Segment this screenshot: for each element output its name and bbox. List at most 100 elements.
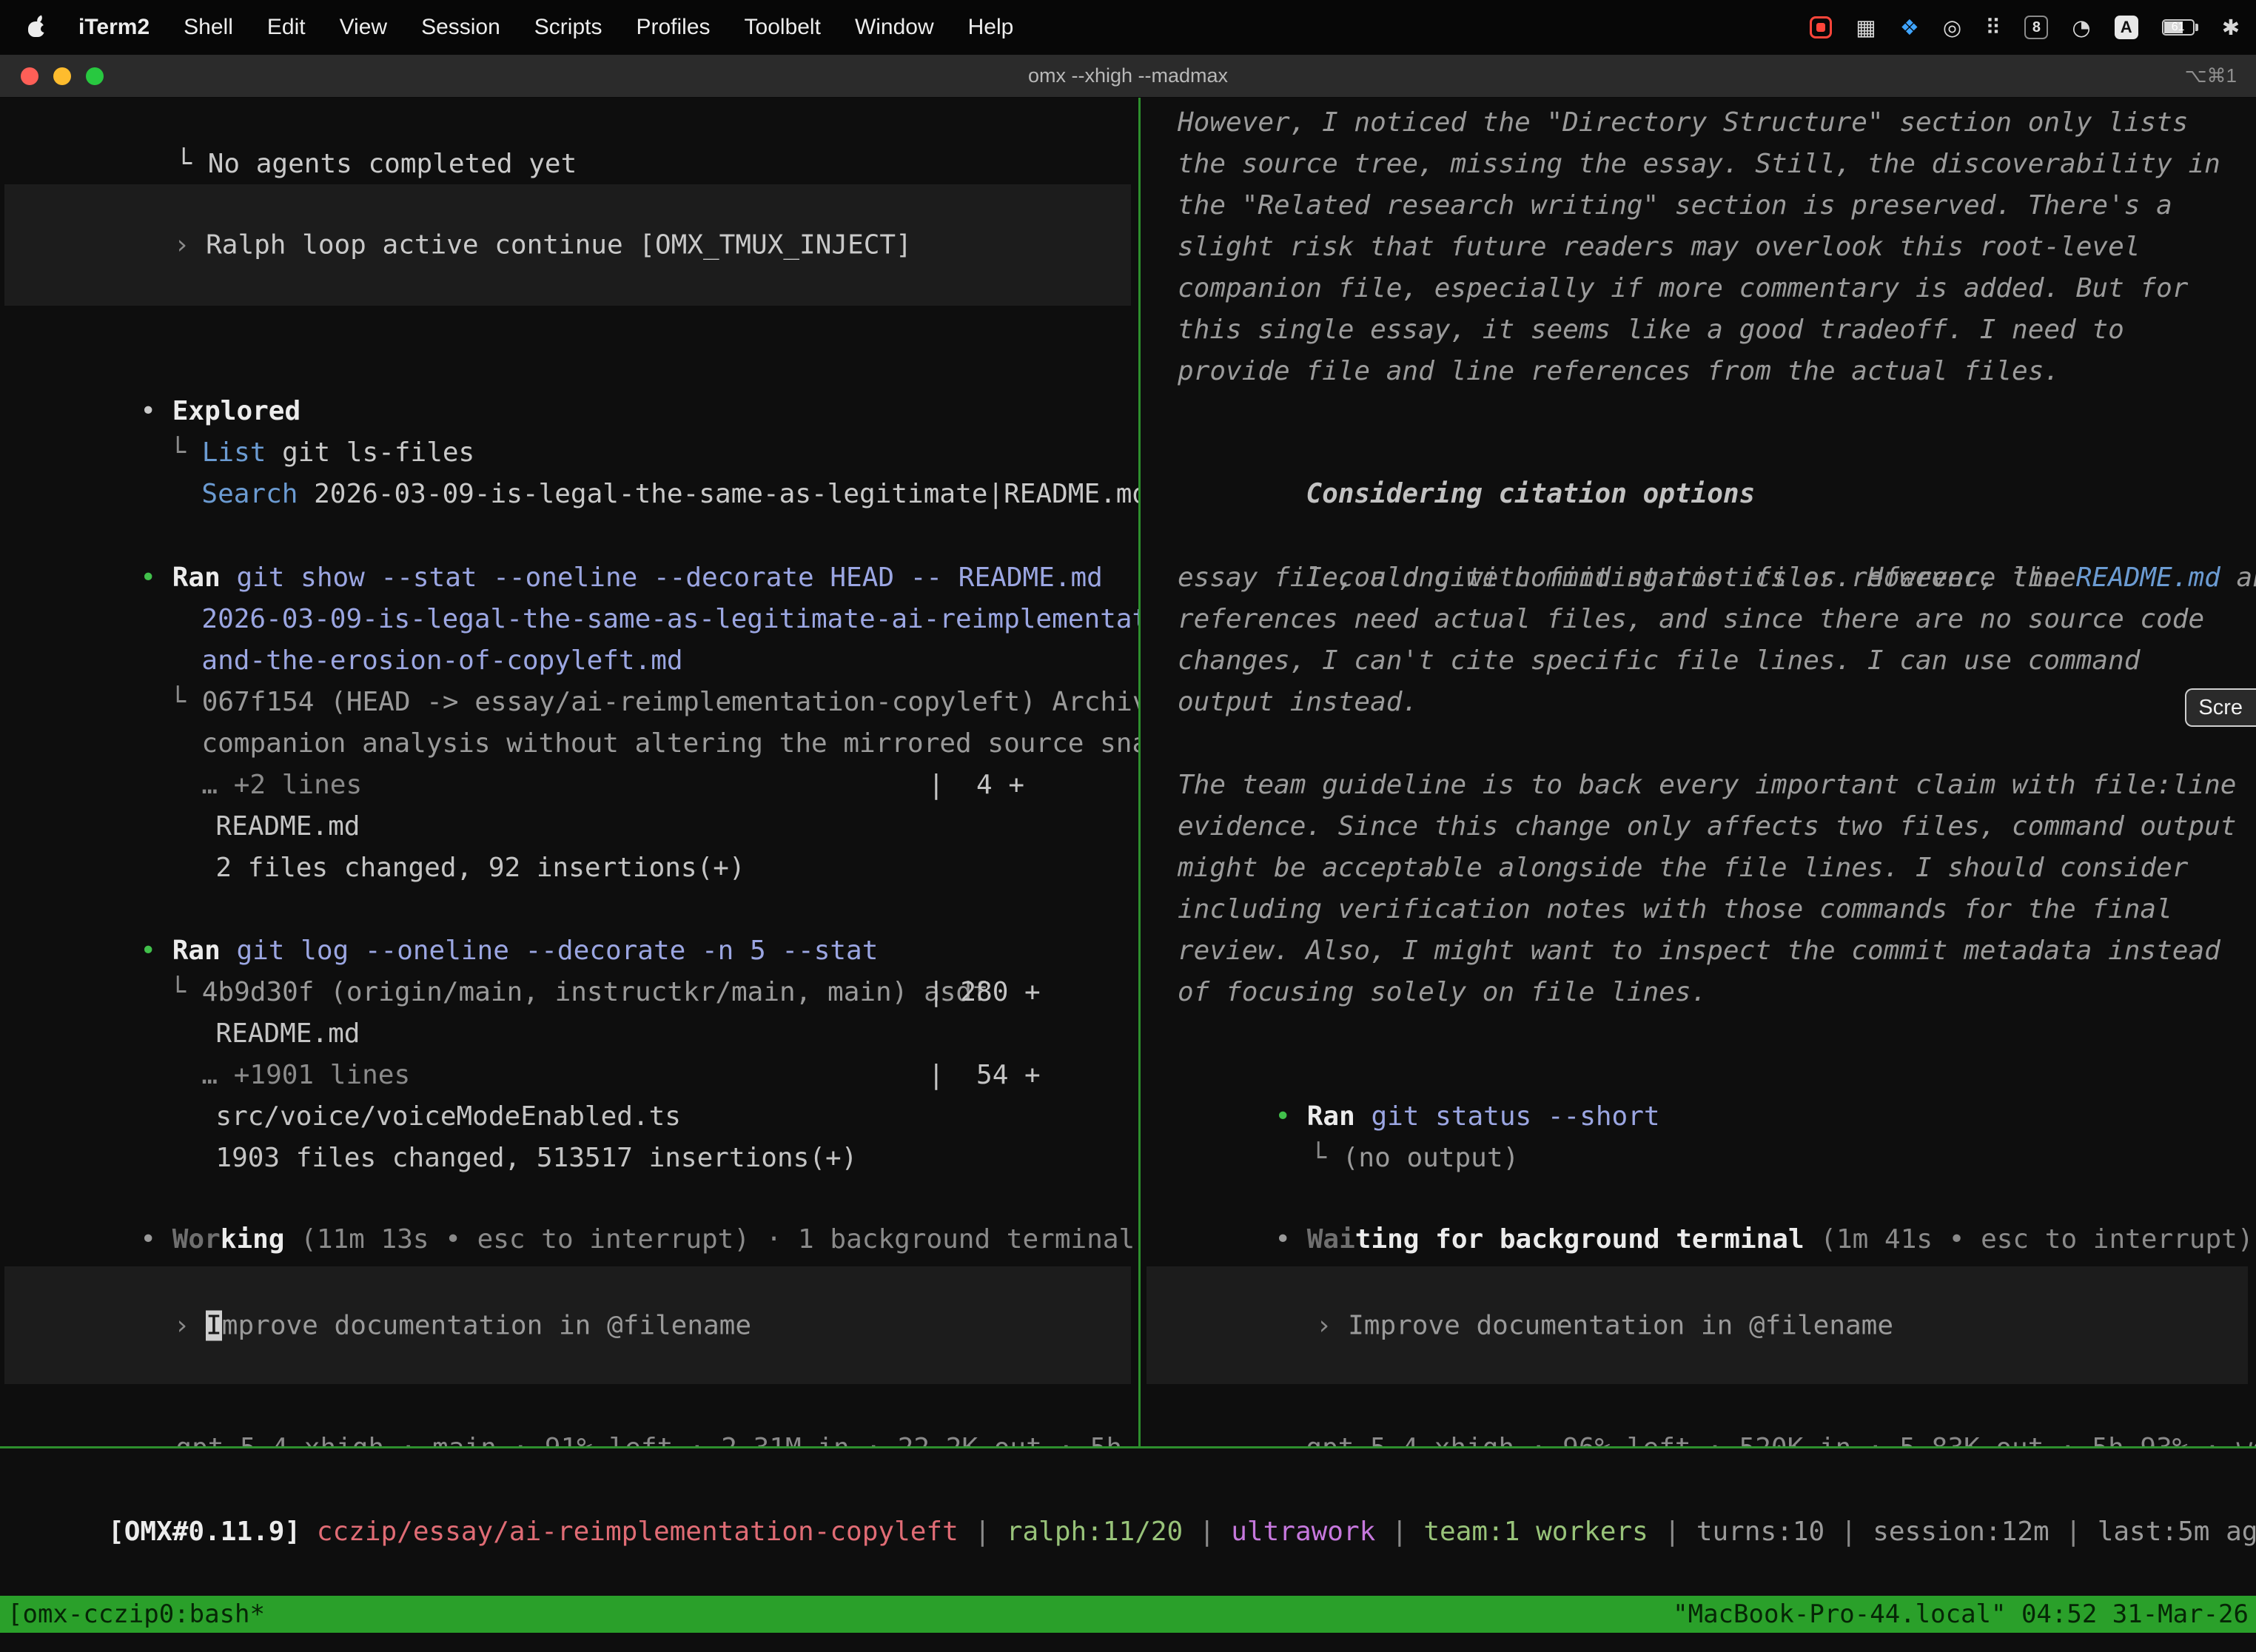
terminal: └ No agents completed yet › Ralph loop a…	[0, 98, 2256, 1652]
gauge-icon[interactable]: ◔	[2072, 15, 2090, 40]
omx-team: team:1 workers	[1423, 1517, 1648, 1547]
reasoning-line: evidence. Since this change only affects…	[1178, 806, 2236, 847]
no-agents-line: └ No agents completed yet	[47, 102, 577, 144]
prompt-input-right[interactable]: › Improve documentation in @filename	[1147, 1266, 2248, 1384]
prompt-input-left-line[interactable]: › Improve documentation in @filename	[13, 1280, 751, 1371]
ran-git-show-file-1: 2026-03-09-is-legal-the-same-as-legitima…	[73, 557, 1138, 599]
reasoning-line: references need actual files, and since …	[1178, 599, 2204, 640]
input-source-icon[interactable]: A	[2115, 16, 2138, 39]
battery-body: 61	[2162, 19, 2195, 36]
prompt-input-left[interactable]: › Improve documentation in @filename	[4, 1266, 1131, 1384]
menu-shell[interactable]: Shell	[184, 15, 233, 40]
omx-session: session:12m	[1873, 1517, 2049, 1547]
tmux-status-bar: [omx-cczip0:bash* "MacBook-Pro-44.local"…	[0, 1596, 2256, 1633]
battery-tip	[2195, 24, 2198, 31]
window-title: omx --xhigh --madmax	[0, 64, 2256, 87]
reasoning-line: essay file, along with finding root file…	[1178, 557, 2076, 599]
screen: iTerm2 Shell Edit View Session Scripts P…	[0, 0, 2256, 1652]
reasoning-line: The team guideline is to back every impo…	[1178, 765, 2236, 806]
tmux-host-clock: "MacBook-Pro-44.local" 04:52 31-Mar-26	[1673, 1596, 2256, 1633]
menu-view[interactable]: View	[340, 15, 387, 40]
pane-divider-horizontal	[0, 1446, 2256, 1448]
ralph-loop-line: › Ralph loop active continue [OMX_TMUX_I…	[13, 200, 912, 291]
reasoning-line: However, I noticed the "Directory Struct…	[1178, 102, 2188, 144]
explored-header: • Explored	[12, 349, 301, 391]
reasoning-line: review. Also, I might want to inspect th…	[1178, 930, 2220, 972]
reasoning-heading: Considering citation options	[1178, 432, 1755, 474]
explored-search-line: Search 2026-03-09-is-legal-the-same-as-l…	[73, 432, 1138, 474]
battery-icon[interactable]: 61	[2162, 19, 2198, 36]
reasoning-line: changes, I can't cite specific file line…	[1178, 640, 2140, 682]
reasoning-line: provide file and line references from th…	[1178, 351, 2060, 392]
window-shortcut-hint: ⌥⌘1	[2185, 64, 2237, 87]
menu-session[interactable]: Session	[421, 15, 500, 40]
omx-version: [OMX#0.11.9]	[108, 1517, 317, 1547]
no-output-line: └ (no output)	[1182, 1096, 1519, 1138]
bullet: •	[1275, 1224, 1306, 1255]
ran-git-show-header: • Ran git show --stat --oneline --decora…	[12, 516, 1103, 557]
menu-edit[interactable]: Edit	[267, 15, 306, 40]
window-title-bar[interactable]: omx --xhigh --madmax ⌥⌘1	[0, 55, 2256, 98]
menu-bar-left: iTerm2 Shell Edit View Session Scripts P…	[0, 15, 1013, 40]
separator: |	[959, 1517, 1007, 1547]
omx-status-line: [OMX#0.11.9] cczip/essay/ai-reimplementa…	[12, 1470, 2256, 1511]
menu-help[interactable]: Help	[968, 15, 1014, 40]
ran-git-show-file-2: and-the-erosion-of-copyleft.md	[73, 599, 683, 640]
ralph-loop-banner: › Ralph loop active continue [OMX_TMUX_I…	[4, 184, 1131, 306]
battery-percent: 61	[2163, 21, 2193, 34]
working-status-line: • Working (11m 13s • esc to interrupt) ·…	[12, 1178, 1138, 1219]
apple-body	[28, 21, 44, 37]
bullet: •	[140, 1224, 172, 1255]
ran-git-show-commit-1: └ 067f154 (HEAD -> essay/ai-reimplementa…	[41, 640, 1138, 682]
ran-git-show-summary: 2 files changed, 92 insertions(+)	[87, 806, 745, 847]
ran-git-log-stat-2: src/voice/voiceModeEnabled.ts| 54 +	[87, 1055, 681, 1096]
menu-toolbelt[interactable]: Toolbelt	[745, 15, 821, 40]
omx-branch: cczip/essay/ai-reimplementation-copyleft	[317, 1517, 959, 1547]
keyboard-grid-icon[interactable]: ▦	[1856, 15, 1876, 40]
reasoning-line: might be acceptable alongside the file l…	[1178, 847, 2188, 889]
circle-app-icon[interactable]: ◎	[1943, 15, 1961, 40]
menu-bar-status-icons: ▦ ❖ ◎ ⠿ 8 ◔ A 61 ✱	[1810, 15, 2256, 40]
prompt-chevron: ›	[174, 230, 206, 261]
menu-scripts[interactable]: Scripts	[534, 15, 602, 40]
separator: |	[2049, 1517, 2098, 1547]
reasoning-line: I could cite commit statistics or refere…	[1178, 516, 2256, 557]
pane-divider-vertical[interactable]	[1138, 98, 1141, 1448]
separator: |	[1183, 1517, 1231, 1547]
screen-recording-icon[interactable]	[1810, 16, 1832, 38]
ran-git-log-commit: └ 4b9d30f (origin/main, instructkr/main,…	[41, 930, 988, 972]
omx-mode: ultrawork	[1231, 1517, 1375, 1547]
reasoning-line: output instead.	[1178, 682, 1418, 723]
ran-git-show-stat: README.md| 4 +	[87, 765, 360, 806]
blue-app-icon[interactable]: ❖	[1900, 15, 1919, 40]
tmux-session-window[interactable]: [omx-cczip0:bash*	[0, 1596, 265, 1633]
ran-git-log-header: • Ran git log --oneline --decorate -n 5 …	[12, 889, 878, 930]
omx-last: last:5m ago	[2098, 1517, 2256, 1547]
reasoning-line: this single essay, it seems like a good …	[1178, 309, 2124, 351]
text-cursor: I	[206, 1310, 222, 1340]
key-8-icon[interactable]: 8	[2024, 16, 2048, 39]
ran-git-show-commit-2: companion analysis without altering the …	[73, 682, 1138, 723]
prompt-input-right-line[interactable]: › Improve documentation in @filename	[1155, 1280, 1893, 1371]
screen-share-chip[interactable]: Scre	[2185, 688, 2256, 727]
reasoning-line: including verification notes with those …	[1178, 889, 2172, 930]
reasoning-line: companion file, especially if more comme…	[1178, 268, 2188, 309]
menu-app-name[interactable]: iTerm2	[78, 15, 150, 40]
fan-icon[interactable]: ✱	[2222, 15, 2240, 40]
reasoning-line: the "Related research writing" section i…	[1178, 185, 2172, 226]
ran-git-show-more: … +2 lines	[73, 723, 362, 765]
ran-git-log-stat-1: README.md| 280 +	[87, 972, 360, 1013]
tree-corner: └	[1310, 1143, 1342, 1173]
menu-window[interactable]: Window	[855, 15, 934, 40]
macos-menu-bar: iTerm2 Shell Edit View Session Scripts P…	[0, 0, 2256, 55]
separator: |	[1648, 1517, 1696, 1547]
menu-profiles[interactable]: Profiles	[636, 15, 710, 40]
model-status-right: gpt-5.4 xhigh · 96% left · 520K in · 5.8…	[1178, 1386, 2256, 1428]
dot-grid-icon[interactable]: ⠿	[1985, 15, 2001, 40]
ran-git-log-more: … +1901 lines	[73, 1013, 410, 1055]
separator: |	[1824, 1517, 1873, 1547]
apple-menu-icon[interactable]	[28, 18, 44, 37]
readme-link[interactable]: README.md	[2076, 563, 2220, 593]
reasoning-line: the source tree, missing the essay. Stil…	[1178, 144, 2220, 185]
right-agent-pane: However, I noticed the "Directory Struct…	[1141, 98, 2256, 1446]
